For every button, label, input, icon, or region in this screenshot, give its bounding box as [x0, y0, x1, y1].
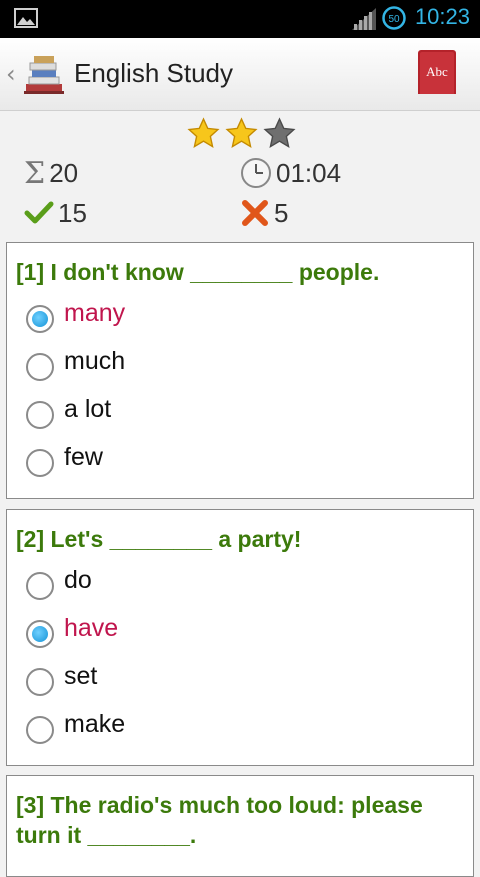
battery-icon: 50 — [382, 6, 406, 30]
radio-button[interactable] — [26, 449, 54, 477]
question-card: [2] Let's ________ a party! do have set … — [6, 509, 474, 766]
star-filled-icon — [187, 117, 220, 148]
option-label: make — [64, 710, 126, 738]
action-bar: ‹ English Study Abc — [0, 38, 480, 111]
option-label: many — [64, 299, 126, 327]
elapsed-time: 01:04 — [240, 156, 341, 189]
cross-icon — [242, 200, 268, 227]
option-label: few — [64, 443, 103, 471]
radio-button[interactable] — [26, 401, 54, 429]
image-notification-icon — [14, 8, 38, 28]
back-chevron-icon[interactable]: ‹ — [6, 60, 16, 88]
answer-option[interactable]: much — [7, 343, 473, 391]
clock-icon — [241, 158, 271, 189]
dictionary-label: Abc — [426, 64, 448, 79]
answer-option[interactable]: set — [7, 658, 473, 706]
option-label: have — [64, 614, 119, 642]
star-empty-icon — [263, 117, 296, 148]
sigma-icon: Σ — [24, 156, 46, 191]
radio-button[interactable] — [26, 668, 54, 696]
books-icon[interactable] — [20, 50, 68, 98]
answer-option[interactable]: a lot — [7, 391, 473, 439]
question-card: [3] The radio's much too loud: please tu… — [6, 775, 474, 877]
status-bar: 50 10:23 — [0, 0, 480, 38]
rating-stars — [187, 117, 296, 153]
answer-option[interactable]: many — [7, 295, 473, 343]
question-text: [1] I don't know ________ people. — [16, 259, 380, 285]
radio-button-checked[interactable] — [26, 620, 54, 648]
total-count: Σ 20 — [24, 156, 79, 191]
option-label: set — [64, 662, 98, 690]
correct-count: 15 — [24, 196, 87, 229]
radio-button[interactable] — [26, 572, 54, 600]
battery-level: 50 — [388, 14, 400, 25]
wrong-count: 5 — [240, 196, 288, 229]
answer-option[interactable]: do — [7, 562, 473, 610]
answer-option[interactable]: make — [7, 706, 473, 754]
question-text: [3] The radio's much too loud: please tu… — [16, 792, 423, 848]
answer-option[interactable]: have — [7, 610, 473, 658]
option-label: much — [64, 347, 126, 375]
dictionary-icon[interactable]: Abc — [414, 48, 460, 102]
radio-button-checked[interactable] — [26, 305, 54, 333]
star-filled-icon — [225, 117, 258, 148]
question-card: [1] I don't know ________ people. many m… — [6, 242, 474, 499]
clock: 10:23 — [414, 4, 470, 29]
signal-icon — [352, 8, 376, 30]
question-text: [2] Let's ________ a party! — [16, 526, 302, 552]
option-label: a lot — [64, 395, 112, 423]
radio-button[interactable] — [26, 716, 54, 744]
radio-button[interactable] — [26, 353, 54, 381]
option-label: do — [64, 566, 92, 594]
check-icon — [24, 201, 54, 224]
answer-option[interactable]: few — [7, 439, 473, 487]
page-title: English Study — [74, 58, 233, 88]
